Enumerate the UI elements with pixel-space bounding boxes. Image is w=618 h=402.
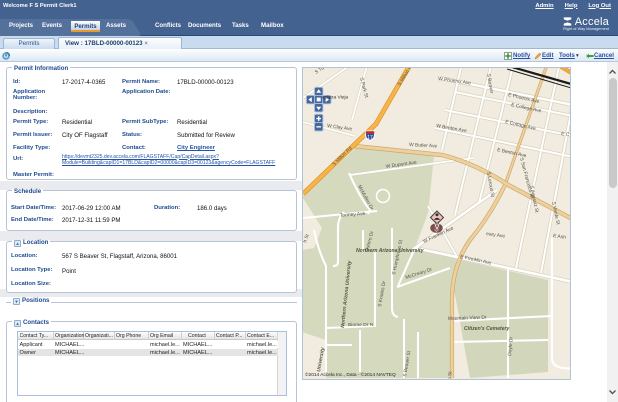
svg-text:E C: E C bbox=[561, 131, 570, 138]
svg-text:17: 17 bbox=[367, 135, 373, 141]
svg-text:Northern Arizona University: Northern Arizona University bbox=[356, 248, 425, 254]
svg-text:Biome Dr N.: Biome Dr N. bbox=[348, 322, 375, 328]
svg-text:Citizen's Cemetery: Citizen's Cemetery bbox=[464, 326, 511, 332]
svg-text:aplaza Vieja: aplaza Vieja bbox=[322, 95, 348, 101]
svg-text:©2014 Accela Inc., Data - ©201: ©2014 Accela Inc., Data - ©2014 NAVTEQ bbox=[305, 371, 396, 378]
